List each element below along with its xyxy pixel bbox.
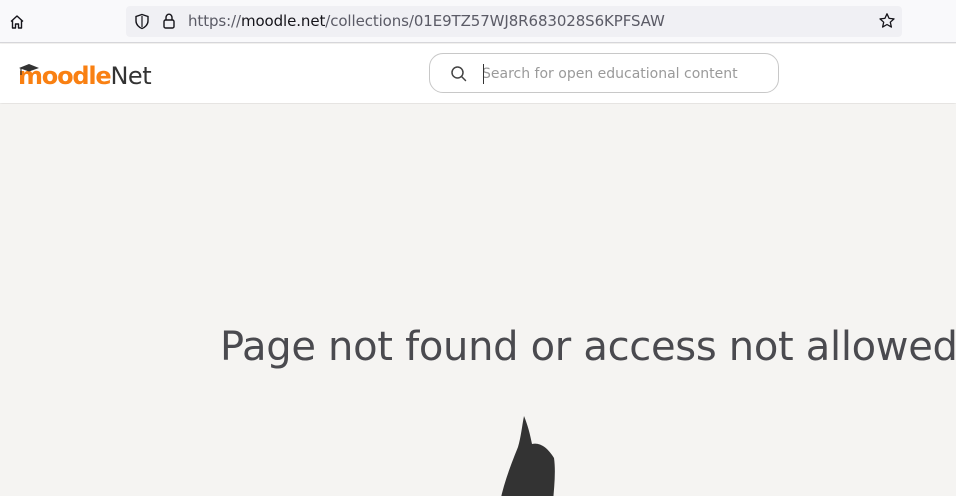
url-domain: moodle.net (240, 12, 326, 30)
app-header: moodle Net (0, 44, 956, 103)
graduation-cap-icon (18, 62, 40, 81)
url-path: /collections/01E9TZ57WJ8R683028S6KPFSAW (325, 12, 665, 30)
logo-net-text: Net (110, 62, 152, 90)
url-text[interactable]: https://moodle.net/collections/01E9TZ57W… (188, 12, 665, 30)
text-caret (483, 64, 484, 84)
search-icon (450, 65, 468, 87)
moodlenet-logo[interactable]: moodle Net (18, 58, 152, 90)
not-found-illustration (490, 412, 570, 496)
home-icon[interactable] (6, 11, 28, 33)
main-content: Page not found or access not allowed (0, 104, 956, 496)
error-title: Page not found or access not allowed (220, 324, 956, 370)
star-icon[interactable] (878, 12, 896, 34)
shield-icon[interactable] (134, 13, 150, 34)
url-scheme: https:// (188, 12, 241, 30)
url-bar[interactable]: https://moodle.net/collections/01E9TZ57W… (126, 6, 902, 37)
browser-toolbar: https://moodle.net/collections/01E9TZ57W… (0, 0, 956, 43)
search-input[interactable] (482, 63, 762, 85)
lock-icon[interactable] (161, 12, 177, 34)
search-box[interactable] (429, 53, 779, 93)
